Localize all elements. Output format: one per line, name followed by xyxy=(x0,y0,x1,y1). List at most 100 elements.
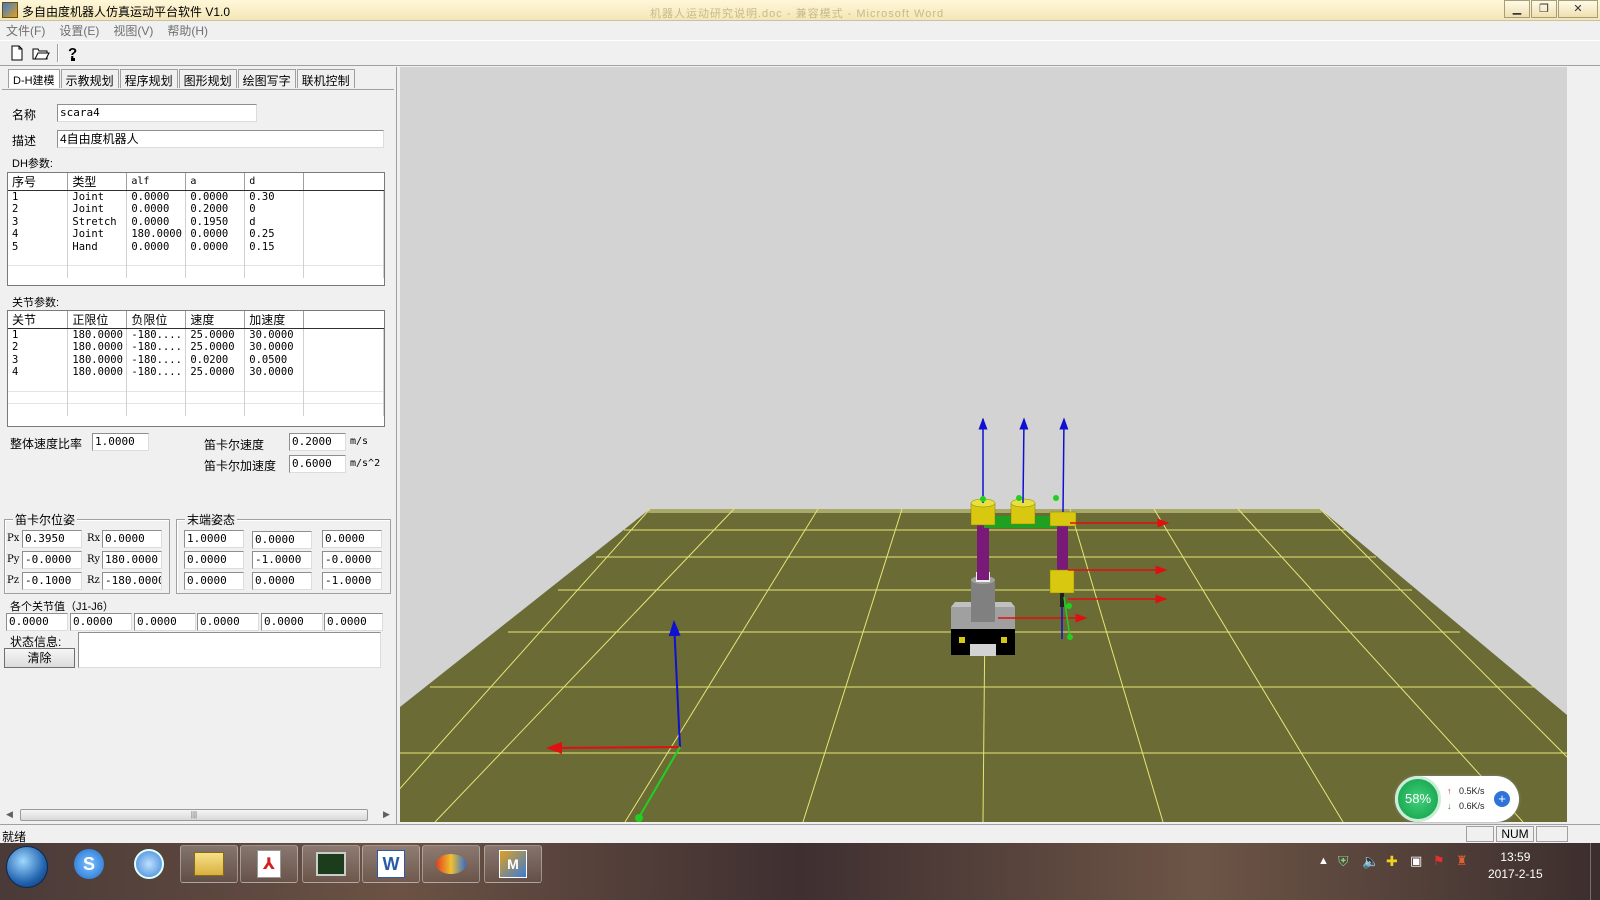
menu-help[interactable]: 帮助(H) xyxy=(167,22,208,39)
cell: 180.0000 xyxy=(67,341,128,354)
open-folder-icon[interactable] xyxy=(30,43,52,63)
table-row[interactable]: 3 Stretch 0.0000 0.1950 d xyxy=(8,215,384,228)
cartesian-acceleration-input[interactable]: 0.6000 xyxy=(289,455,346,473)
end-pose-input[interactable]: 0.0000 xyxy=(252,572,312,590)
show-desktop-button[interactable] xyxy=(1590,843,1600,900)
tray-app-icon[interactable]: ♜ xyxy=(1456,853,1468,869)
network-speed-widget[interactable]: 58% ↑ 0.5K/s ↓ 0.6K/s + xyxy=(1395,776,1519,822)
security-shield-icon[interactable]: ⛨ xyxy=(1338,853,1349,870)
cell: 0 xyxy=(244,203,305,216)
joint-header-pos-limit[interactable]: 正限位 xyxy=(67,311,128,329)
table-row[interactable]: 3 180.0000 -180.... 0.0200 0.0500 xyxy=(8,353,384,366)
joint-header-acceleration[interactable]: 加速度 xyxy=(244,311,305,329)
tray-expand-icon[interactable]: ▲ xyxy=(1318,855,1329,867)
joint-header-speed[interactable]: 速度 xyxy=(185,311,246,329)
network-icon[interactable]: ▣ xyxy=(1410,853,1422,869)
close-button[interactable]: ✕ xyxy=(1558,0,1598,18)
menu-settings[interactable]: 设置(E) xyxy=(59,22,99,39)
table-row[interactable]: 2 180.0000 -180.... 25.0000 30.0000 xyxy=(8,341,384,354)
description-input[interactable]: 4自由度机器人 xyxy=(57,130,384,148)
table-row[interactable]: 2 Joint 0.0000 0.2000 0 xyxy=(8,203,384,216)
menu-view[interactable]: 视图(V) xyxy=(113,22,153,39)
name-input[interactable]: scara4 xyxy=(57,104,257,122)
minimize-button[interactable]: ▁ xyxy=(1504,0,1530,18)
joint-value-input[interactable]: 0.0000 xyxy=(261,613,323,631)
plus-icon[interactable]: + xyxy=(1494,791,1510,807)
table-row[interactable]: 4 180.0000 -180.... 25.0000 30.0000 xyxy=(8,366,384,379)
tab-program-plan[interactable]: 程序规划 xyxy=(119,69,178,88)
end-pose-input[interactable]: 0.0000 xyxy=(184,551,244,569)
scroll-right-icon[interactable]: ▶ xyxy=(383,809,390,820)
tab-drawing-writing[interactable]: 绘图写字 xyxy=(237,69,296,88)
table-row[interactable]: 1 180.0000 -180.... 25.0000 30.0000 xyxy=(8,328,384,341)
joint-value-input[interactable]: 0.0000 xyxy=(6,613,68,631)
dh-header-index[interactable]: 序号 xyxy=(8,173,69,191)
joint-params-label: 关节参数: xyxy=(12,297,60,309)
status-message-box[interactable] xyxy=(78,632,381,668)
horizontal-scrollbar[interactable]: ◀ ||| ▶ xyxy=(2,807,394,824)
py-input[interactable]: -0.0000 xyxy=(22,551,82,569)
store-icon[interactable] xyxy=(120,845,178,883)
dh-header-type[interactable]: 类型 xyxy=(67,173,128,191)
rz-label: Rz xyxy=(87,575,100,586)
rz-input[interactable]: -180.0000 xyxy=(102,572,162,590)
menu-file[interactable]: 文件(F) xyxy=(6,22,45,39)
matlab-app-icon[interactable] xyxy=(422,845,480,883)
tray-app-icon[interactable]: ✚ xyxy=(1386,853,1398,870)
volume-icon[interactable]: 🔈 xyxy=(1362,853,1379,870)
table-row[interactable]: 1 Joint 0.0000 0.0000 0.30 xyxy=(8,190,384,203)
joint-header-joint[interactable]: 关节 xyxy=(8,311,69,329)
pz-input[interactable]: -0.1000 xyxy=(22,572,82,590)
cartesian-speed-input[interactable]: 0.2000 xyxy=(289,433,346,451)
px-input[interactable]: 0.3950 xyxy=(22,530,82,548)
cell: 30.0000 xyxy=(244,366,305,379)
sogou-icon[interactable]: S xyxy=(60,845,118,883)
end-pose-input[interactable]: -1.0000 xyxy=(322,572,382,590)
system-clock[interactable]: 13:59 2017-2-15 xyxy=(1488,849,1543,883)
word-icon[interactable]: W xyxy=(362,845,420,883)
end-pose-input[interactable]: 0.0000 xyxy=(184,572,244,590)
cell: 0.1950 xyxy=(185,215,246,228)
new-file-icon[interactable] xyxy=(6,43,28,63)
maximize-button[interactable]: ❐ xyxy=(1531,0,1557,18)
start-button-icon[interactable] xyxy=(6,846,48,888)
scene-svg[interactable] xyxy=(400,67,1567,822)
scrollbar-thumb[interactable]: ||| xyxy=(20,809,368,821)
cell: Stretch xyxy=(67,215,128,228)
cell: 0.0000 xyxy=(126,215,187,228)
file-explorer-icon[interactable] xyxy=(180,845,238,883)
end-pose-input[interactable]: -0.0000 xyxy=(322,551,382,569)
joint-table[interactable]: 关节 正限位 负限位 速度 加速度 1 180.0000 -180.... 25.00… xyxy=(7,310,385,427)
end-pose-input[interactable]: -1.0000 xyxy=(252,551,312,569)
joint-value-input[interactable]: 0.0000 xyxy=(197,613,259,631)
table-row[interactable]: 4 Joint 180.0000 0.0000 0.25 xyxy=(8,228,384,241)
overall-speed-ratio-input[interactable]: 1.0000 xyxy=(92,433,149,451)
tab-dh-model[interactable]: D-H建模 xyxy=(8,69,60,88)
joint-value-input[interactable]: 0.0000 xyxy=(134,613,196,631)
tab-graphic-plan[interactable]: 图形规划 xyxy=(178,69,237,88)
menu-bar: 文件(F) 设置(E) 视图(V) 帮助(H) xyxy=(0,21,1600,40)
pdf-reader-icon[interactable]: ⅄ xyxy=(240,845,298,883)
tab-online-control[interactable]: 联机控制 xyxy=(296,69,355,88)
tab-teach-plan[interactable]: 示教规划 xyxy=(60,69,119,88)
dh-table[interactable]: 序号 类型 alf a d 1 Joint 0.0000 0.0000 0.30 2 Jo… xyxy=(7,172,385,286)
end-pose-input[interactable]: 0.0000 xyxy=(322,530,382,548)
end-pose-input[interactable]: 0.0000 xyxy=(252,531,312,549)
dh-header-a[interactable]: a xyxy=(185,173,246,191)
3d-view[interactable] xyxy=(400,67,1567,822)
robot-sim-app-icon[interactable]: M xyxy=(484,845,542,883)
end-pose-input[interactable]: 1.0000 xyxy=(184,530,244,548)
action-center-flag-icon[interactable]: ⚑ xyxy=(1433,853,1445,869)
clear-button[interactable]: 清除 xyxy=(4,648,75,668)
table-row[interactable]: 5 Hand 0.0000 0.0000 0.15 xyxy=(8,240,384,253)
help-icon[interactable]: ? xyxy=(62,43,84,63)
dh-header-d[interactable]: d xyxy=(244,173,305,191)
rx-input[interactable]: 0.0000 xyxy=(102,530,162,548)
joint-value-input[interactable]: 0.0000 xyxy=(70,613,132,631)
joint-value-input[interactable]: 0.0000 xyxy=(324,613,383,631)
scroll-left-icon[interactable]: ◀ xyxy=(6,809,13,820)
ry-input[interactable]: 180.0000 xyxy=(102,551,162,569)
joint-header-neg-limit[interactable]: 负限位 xyxy=(126,311,187,329)
dh-header-alf[interactable]: alf xyxy=(126,173,187,191)
terminal-app-icon[interactable] xyxy=(302,845,360,883)
